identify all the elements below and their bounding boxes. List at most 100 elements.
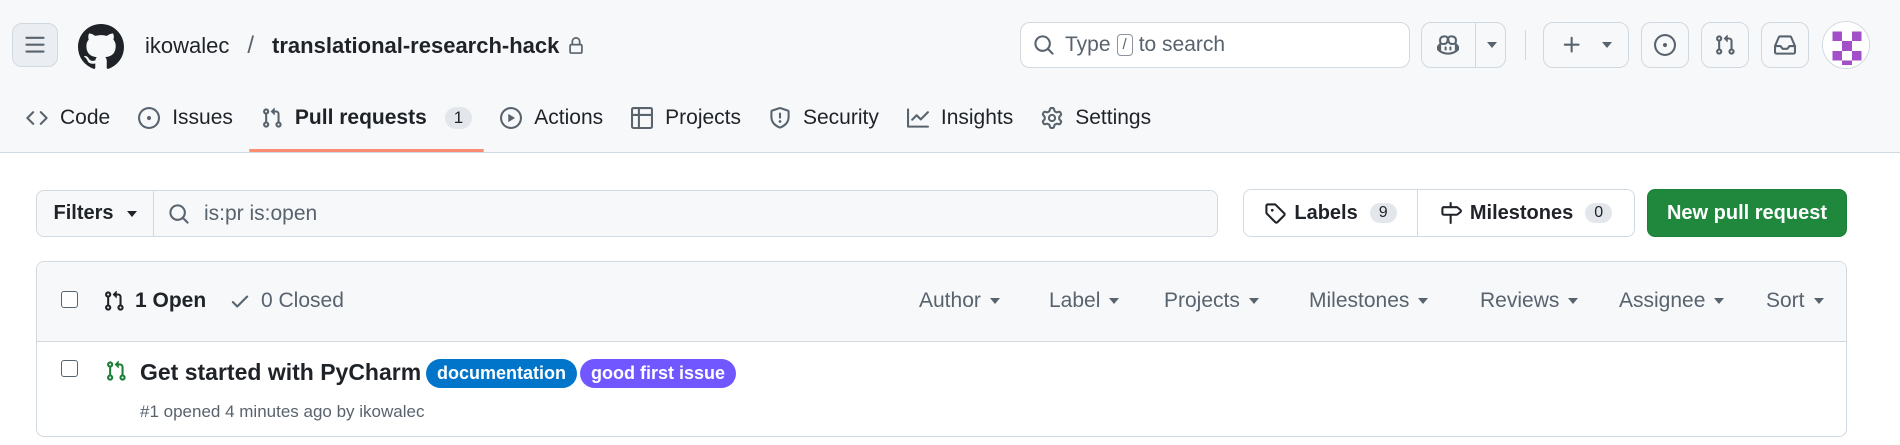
chevron-down-icon bbox=[1813, 298, 1824, 304]
open-count-label: 1 Open bbox=[135, 289, 207, 312]
tab-issues-label: Issues bbox=[172, 106, 233, 129]
tab-security[interactable]: Security bbox=[757, 92, 891, 144]
milestones-button[interactable]: Milestones 0 bbox=[1417, 190, 1634, 236]
milestones-button-label: Milestones bbox=[1469, 201, 1574, 224]
tab-projects-label: Projects bbox=[665, 106, 741, 129]
list-header: 1 Open 0 Closed Author Label Projects Mi… bbox=[37, 262, 1846, 342]
chevron-down-icon bbox=[1568, 298, 1579, 304]
label-filter-label: Label bbox=[1049, 289, 1101, 312]
chevron-down-icon bbox=[126, 210, 137, 217]
tab-projects[interactable]: Projects bbox=[619, 92, 753, 144]
global-search-input[interactable]: Type / to search bbox=[1020, 22, 1410, 68]
hamburger-icon bbox=[25, 36, 45, 53]
milestones-filter-label: Milestones bbox=[1309, 289, 1410, 312]
github-logo-icon[interactable] bbox=[78, 24, 124, 70]
pull-request-list: 1 Open 0 Closed Author Label Projects Mi… bbox=[36, 261, 1847, 437]
labels-button-label: Labels bbox=[1294, 201, 1358, 224]
pull-requests-count-badge: 1 bbox=[444, 107, 473, 129]
chevron-down-icon bbox=[1418, 298, 1429, 304]
pr-search-input[interactable]: is:pr is:open bbox=[154, 191, 1217, 236]
inbox-button[interactable] bbox=[1761, 22, 1809, 68]
new-pull-request-button[interactable]: New pull request bbox=[1647, 189, 1847, 237]
plus-icon bbox=[1563, 36, 1580, 53]
pr-search-query: is:pr is:open bbox=[204, 201, 318, 225]
chevron-down-icon bbox=[1601, 42, 1612, 48]
label-good-first-issue[interactable]: good first issue bbox=[580, 359, 737, 388]
sort-dropdown[interactable]: Sort bbox=[1766, 289, 1824, 313]
assignee-filter-label: Assignee bbox=[1619, 289, 1706, 312]
select-all-checkbox[interactable] bbox=[61, 291, 78, 308]
milestones-filter-dropdown[interactable]: Milestones bbox=[1309, 289, 1429, 313]
breadcrumb-separator: / bbox=[247, 32, 255, 59]
search-shortcut-key: / bbox=[1116, 34, 1133, 56]
create-new-button[interactable] bbox=[1543, 22, 1629, 68]
breadcrumb: ikowalec / translational-research-hack bbox=[145, 30, 585, 62]
author-filter-label: Author bbox=[919, 289, 981, 312]
closed-filter-link[interactable]: 0 Closed bbox=[229, 289, 344, 313]
play-icon bbox=[500, 107, 523, 129]
reviews-filter-dropdown[interactable]: Reviews bbox=[1480, 289, 1579, 313]
copilot-dropdown-button[interactable] bbox=[1476, 23, 1505, 67]
git-pull-request-icon bbox=[1716, 34, 1735, 55]
header-divider bbox=[1525, 30, 1526, 60]
tab-actions[interactable]: Actions bbox=[488, 92, 615, 144]
issues-button[interactable] bbox=[1641, 22, 1689, 68]
repo-nav: Code Issues Pull requests 1 Actions Proj… bbox=[0, 92, 1167, 153]
filters-button[interactable]: Filters bbox=[37, 191, 154, 236]
tab-security-label: Security bbox=[803, 106, 879, 129]
chevron-down-icon bbox=[989, 298, 1000, 304]
tab-code[interactable]: Code bbox=[14, 92, 122, 144]
tab-insights[interactable]: Insights bbox=[895, 92, 1025, 144]
labels-button[interactable]: Labels 9 bbox=[1244, 190, 1417, 236]
code-icon bbox=[26, 111, 48, 125]
filters-button-label: Filters bbox=[53, 202, 114, 224]
inbox-icon bbox=[1774, 35, 1796, 55]
copilot-button[interactable] bbox=[1422, 23, 1475, 67]
copilot-button-group bbox=[1421, 22, 1506, 68]
global-nav: ikowalec / translational-research-hack T… bbox=[0, 0, 1900, 92]
label-filter-dropdown[interactable]: Label bbox=[1049, 289, 1120, 313]
tab-actions-label: Actions bbox=[534, 106, 604, 129]
tab-settings-label: Settings bbox=[1075, 106, 1152, 129]
search-icon bbox=[169, 203, 189, 224]
tab-pull-requests[interactable]: Pull requests 1 bbox=[248, 92, 485, 152]
author-filter-dropdown[interactable]: Author bbox=[919, 289, 1000, 313]
projects-filter-dropdown[interactable]: Projects bbox=[1164, 289, 1259, 313]
reviews-filter-label: Reviews bbox=[1480, 289, 1560, 312]
gear-icon bbox=[1042, 107, 1063, 129]
repo-name-link[interactable]: translational-research-hack bbox=[272, 33, 559, 59]
tab-pull-requests-label: Pull requests bbox=[294, 106, 427, 129]
user-avatar[interactable] bbox=[1822, 21, 1870, 69]
search-prefix-text: Type bbox=[1065, 33, 1111, 56]
search-suffix-text: to search bbox=[1138, 33, 1226, 56]
chevron-down-icon bbox=[1486, 42, 1497, 48]
tag-icon bbox=[1265, 203, 1287, 224]
check-icon bbox=[231, 295, 249, 308]
tab-settings[interactable]: Settings bbox=[1029, 92, 1163, 144]
pr-meta-text: #1 opened 4 minutes ago by ikowalec bbox=[140, 402, 425, 421]
tab-code-label: Code bbox=[60, 106, 111, 129]
list-item: Get started with PyCharm documentation g… bbox=[37, 342, 1846, 436]
label-documentation[interactable]: documentation bbox=[426, 359, 577, 388]
assignee-filter-dropdown[interactable]: Assignee bbox=[1619, 289, 1725, 313]
chevron-down-icon bbox=[1109, 298, 1120, 304]
git-pull-request-icon bbox=[107, 360, 126, 381]
issue-opened-icon bbox=[1654, 34, 1676, 56]
labels-milestones-group: Labels 9 Milestones 0 bbox=[1243, 189, 1635, 237]
issue-opened-icon bbox=[138, 107, 161, 129]
git-pull-request-icon bbox=[105, 290, 124, 311]
pr-select-checkbox[interactable] bbox=[61, 360, 78, 377]
tab-issues[interactable]: Issues bbox=[126, 92, 245, 144]
open-menu-button[interactable] bbox=[12, 23, 58, 67]
repo-owner-link[interactable]: ikowalec bbox=[145, 33, 229, 59]
graph-icon bbox=[906, 108, 929, 128]
git-pull-request-icon bbox=[262, 107, 282, 128]
open-filter-link[interactable]: 1 Open bbox=[103, 289, 206, 313]
shield-icon bbox=[770, 107, 790, 129]
pull-requests-button[interactable] bbox=[1701, 22, 1749, 68]
pr-title-link[interactable]: Get started with PyCharm bbox=[140, 359, 421, 386]
chevron-down-icon bbox=[1714, 298, 1725, 304]
milestone-icon bbox=[1441, 202, 1462, 224]
sort-label: Sort bbox=[1766, 289, 1805, 312]
table-icon bbox=[631, 107, 654, 129]
